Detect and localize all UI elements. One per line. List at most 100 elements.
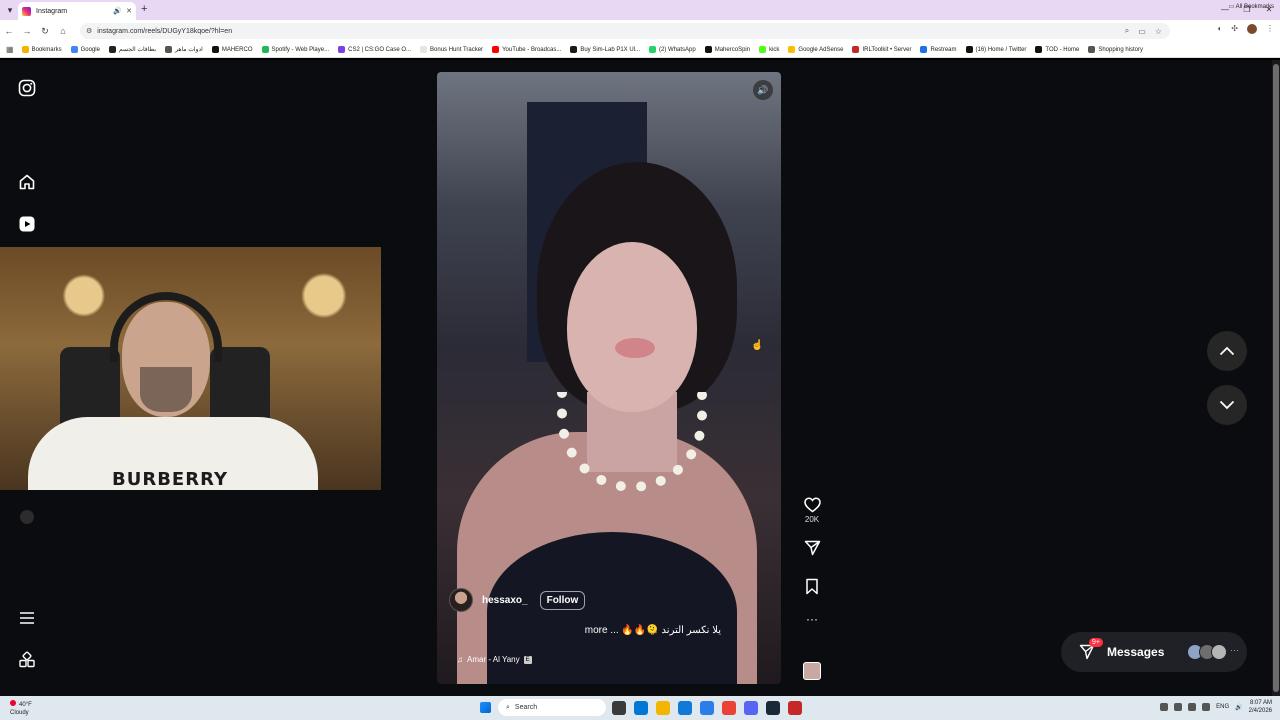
bookmark-item[interactable]: IRLToolkit • Server <box>852 46 911 53</box>
task-view-icon[interactable] <box>612 701 626 715</box>
apps-grid-icon[interactable]: ▦ <box>6 45 14 54</box>
author-username[interactable]: hessaxo_ <box>482 595 528 606</box>
bookmarks-bar: ▦ Bookmarks Google بطاقات الجسم ادوات ماهر M… <box>0 42 1280 58</box>
bookmark-item[interactable]: MAHERCO <box>211 46 253 53</box>
reload-button[interactable]: ↻ <box>36 26 54 37</box>
bookmark-item[interactable]: (2) WhatsApp <box>649 46 696 53</box>
search-icon: ⌕ <box>506 703 510 711</box>
chevron-down-icon <box>1219 400 1235 410</box>
bookmark-item[interactable]: MahercoSpin <box>704 46 750 53</box>
scrollbar-thumb[interactable] <box>1273 64 1279 692</box>
cast-icon[interactable]: ▭ <box>1138 27 1146 36</box>
bookmark-favicon-icon <box>21 46 29 53</box>
tab-search-icon[interactable]: ▾ <box>0 0 20 20</box>
instagram-logo-icon[interactable] <box>16 77 38 99</box>
bookmark-item[interactable]: Spotify - Web Playe... <box>261 46 329 53</box>
chrome-icon[interactable] <box>722 701 736 715</box>
bookmark-item[interactable]: (16) Home / Twitter <box>965 46 1026 53</box>
author-avatar[interactable] <box>449 588 473 612</box>
bookmark-label: TOD - Home <box>1045 46 1080 53</box>
speaker-icon[interactable]: 🔊 <box>113 7 122 15</box>
edge-icon[interactable] <box>678 701 692 715</box>
messages-button[interactable]: 9+ Messages ··· <box>1061 632 1247 672</box>
like-button[interactable]: 20K <box>803 497 821 524</box>
forward-button[interactable]: → <box>18 26 36 36</box>
previous-reel-button[interactable] <box>1207 331 1247 371</box>
bookmark-label: Shopping history <box>1098 46 1144 53</box>
messages-label: Messages <box>1107 645 1165 659</box>
back-button[interactable]: ← <box>0 26 18 36</box>
steam-icon[interactable] <box>766 701 780 715</box>
app-icon[interactable] <box>788 701 802 715</box>
tray-icon[interactable] <box>1188 703 1197 711</box>
profile-avatar[interactable] <box>1247 24 1257 34</box>
reel-video[interactable]: 🔊 ☝ hessaxo_ Follow يلا نكسر الترند 🫠🔥🔥 … <box>437 72 781 684</box>
file-explorer-icon[interactable] <box>656 701 670 715</box>
bookmark-item[interactable]: Google <box>70 46 100 53</box>
tab-instagram[interactable]: Instagram 🔊 ✕ <box>18 2 136 20</box>
reel-caption[interactable]: يلا نكسر الترند 🫠🔥🔥 ... more <box>585 625 721 636</box>
language-indicator[interactable]: ENG <box>1216 704 1229 710</box>
next-reel-button[interactable] <box>1207 385 1247 425</box>
weather-widget[interactable]: 40°F Cloudy <box>10 700 32 717</box>
profile-avatar-icon[interactable] <box>16 506 38 528</box>
home-button[interactable]: ⌂ <box>54 26 72 36</box>
avatar <box>1211 644 1227 660</box>
taskbar-search[interactable]: ⌕ Search <box>498 699 606 716</box>
bookmark-item[interactable]: Bookmarks <box>21 46 62 53</box>
bookmark-item[interactable]: CS2 | CS:GO Case O... <box>338 46 411 53</box>
bookmark-label: Google <box>80 46 100 53</box>
volume-icon[interactable]: 🔊 <box>1235 704 1242 711</box>
profile-avatar <box>20 510 34 524</box>
more-icon: ··· <box>1230 645 1239 655</box>
bookmark-item[interactable]: بطاقات الجسم <box>108 46 156 53</box>
start-button[interactable] <box>480 702 491 713</box>
bookmark-item[interactable]: Shopping history <box>1088 46 1143 53</box>
site-info-icon[interactable]: ⚙ <box>86 27 92 35</box>
tray-icon[interactable] <box>1202 703 1211 711</box>
follow-button[interactable]: Follow <box>539 590 586 610</box>
reels-icon[interactable] <box>16 213 38 235</box>
menu-icon[interactable]: ⋮ <box>1266 24 1274 34</box>
bookmark-item[interactable]: Google AdSense <box>788 46 843 53</box>
bookmark-item[interactable]: ادوات ماهر <box>165 46 203 53</box>
close-tab-icon[interactable]: ✕ <box>126 7 132 15</box>
audio-thumbnail[interactable] <box>803 662 821 680</box>
bookmark-item[interactable]: TOD - Home <box>1035 46 1079 53</box>
more-menu-icon[interactable] <box>16 607 38 629</box>
home-icon[interactable] <box>16 171 38 193</box>
tray-icon[interactable] <box>1160 703 1169 711</box>
bookmark-favicon-icon <box>759 46 767 53</box>
store-icon[interactable] <box>700 701 714 715</box>
bookmark-item[interactable]: kick <box>759 46 779 53</box>
teams-icon[interactable] <box>634 701 648 715</box>
share-button[interactable] <box>804 540 821 556</box>
bookmark-favicon-icon <box>492 46 500 53</box>
extension-icon[interactable]: ◐ <box>1217 24 1222 34</box>
browser-toolbar: ← → ↻ ⌂ ⚙ instagram.com/reels/DUGyY18kqo… <box>0 20 1280 42</box>
weather-desc: Cloudy <box>10 710 29 716</box>
save-button[interactable] <box>805 578 819 595</box>
reel-audio[interactable]: ♫ Amar - Al Yany E <box>457 655 532 664</box>
bookmark-item[interactable]: Restream <box>920 46 957 53</box>
also-from-meta-icon[interactable] <box>16 649 38 671</box>
bookmark-label: Buy Sim-Lab P1X Ul... <box>580 46 641 53</box>
bookmark-icon <box>806 578 818 595</box>
zoom-icon[interactable]: ⌕ <box>1125 26 1129 36</box>
system-tray: ENG 🔊 8:07 AM 2/4/2026 <box>1160 699 1272 715</box>
discord-icon[interactable] <box>744 701 758 715</box>
puzzle-icon[interactable]: ✣ <box>1231 24 1238 34</box>
sound-icon[interactable]: 🔊 <box>753 80 773 100</box>
search-label: Search <box>514 704 538 711</box>
tray-icon[interactable] <box>1174 703 1183 711</box>
more-options-icon[interactable]: ··· <box>806 613 818 625</box>
bookmark-item[interactable]: Buy Sim-Lab P1X Ul... <box>570 46 640 53</box>
bookmark-item[interactable]: YouTube - Broadcas... <box>492 46 561 53</box>
bookmark-item[interactable]: Bonus Hunt Tracker <box>420 46 483 53</box>
star-icon[interactable]: ☆ <box>1155 27 1162 36</box>
page-scrollbar[interactable] <box>1272 60 1280 696</box>
new-tab-button[interactable]: + <box>141 3 147 15</box>
all-bookmarks-button[interactable]: ▭ All Bookmarks <box>1229 3 1274 10</box>
clock[interactable]: 8:07 AM 2/4/2026 <box>1249 699 1272 715</box>
address-bar[interactable]: ⚙ instagram.com/reels/DUGyY18kqoe/?hl=en… <box>80 23 1170 39</box>
